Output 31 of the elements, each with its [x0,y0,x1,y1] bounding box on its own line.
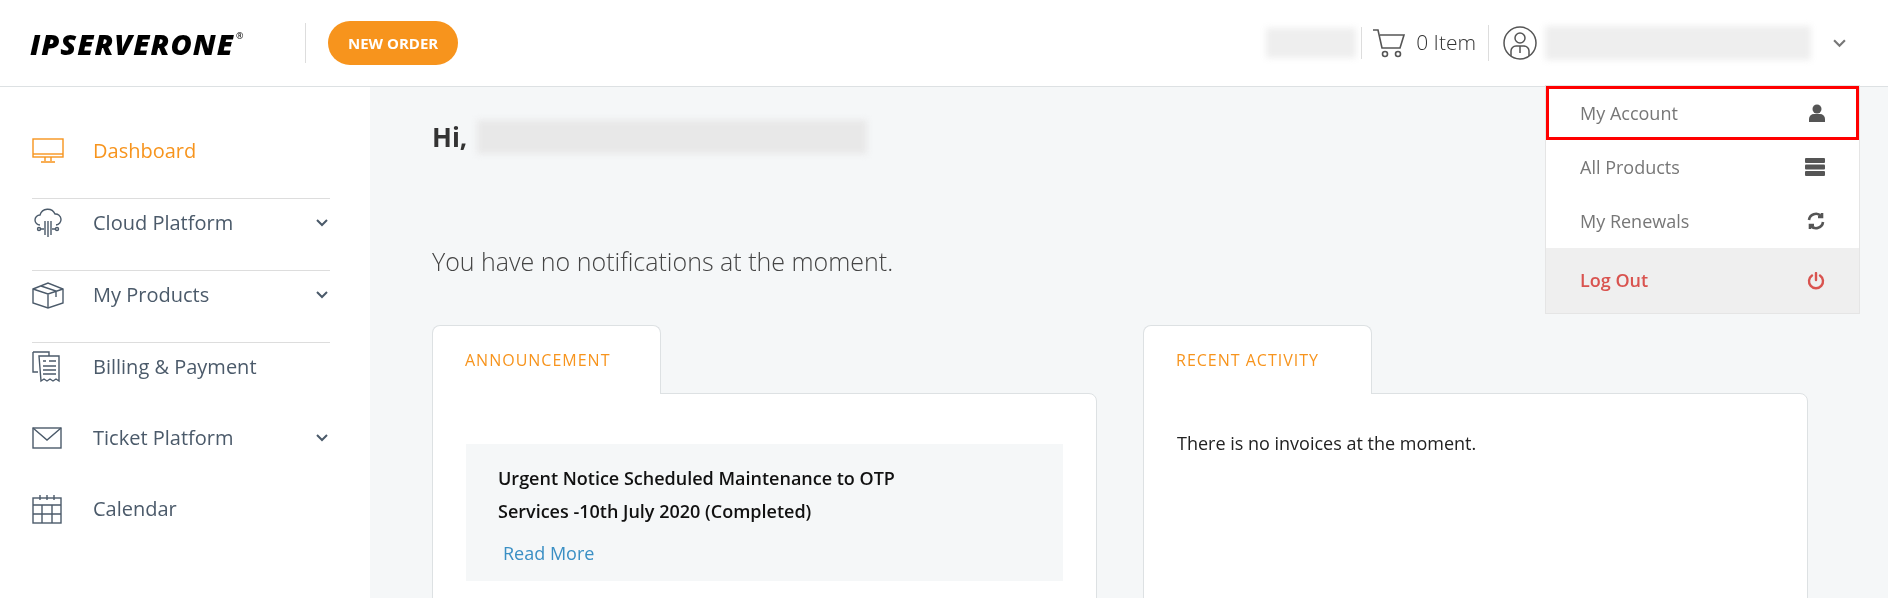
card-tab[interactable]: ANNOUNCEMENT [432,324,661,394]
chevron-down-icon [1833,38,1846,48]
cart-count[interactable]: 0 Item [1416,27,1476,59]
notice-title: Urgent Notice Scheduled Maintenance to OTP Services -10th July 2020 (Completed) [498,464,896,525]
user-icon [1809,104,1825,122]
greeting: Hi, [432,117,468,157]
envelope-icon [32,426,62,449]
cloud-icon [32,206,64,239]
sidebar-item[interactable]: Billing & Payment [32,331,330,402]
monitor-icon [32,137,64,164]
sidebar-item[interactable]: Cloud Platform [32,187,330,258]
sidebar-item[interactable]: Calendar [32,473,330,544]
notification-message: You have no notifications at the moment. [432,243,894,280]
menu-item[interactable]: All Products [1546,140,1859,194]
logo[interactable]: IPSERVERONE [30,28,234,58]
menu-item[interactable]: My Account [1546,86,1859,140]
menu-item[interactable]: My Renewals [1546,194,1859,248]
box-icon [32,280,64,309]
registered-mark: ® [235,28,244,42]
receipt-icon [32,350,62,383]
refresh-icon [1807,212,1825,230]
calendar-icon [32,493,62,524]
read-more-link[interactable]: Read More [503,539,595,567]
cart-icon[interactable] [1372,28,1407,58]
power-icon [1807,271,1825,290]
empty-message: There is no invoices at the moment. [1176,429,1478,457]
menu-item[interactable]: Log Out [1546,248,1859,313]
sidebar-item[interactable]: Ticket Platform [32,402,330,473]
avatar-icon[interactable] [1503,26,1537,60]
server-icon [1805,158,1825,176]
sidebar-item[interactable]: My Products [32,259,330,330]
